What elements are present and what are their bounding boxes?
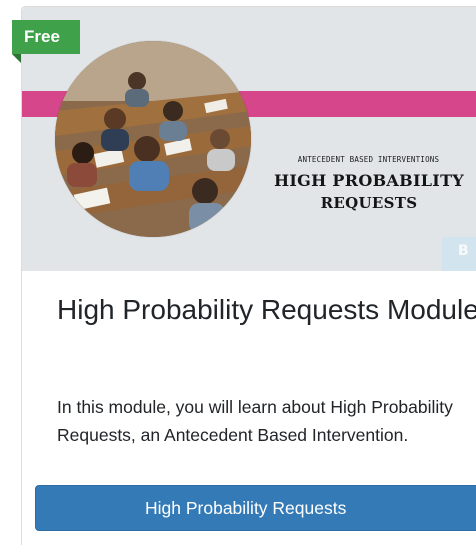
brand-logo-letter: B	[458, 243, 469, 259]
module-banner-image[interactable]: ANTECEDENT BASED INTERVENTIONS HIGH PROB…	[22, 7, 476, 271]
banner-title-line1: HIGH PROBABILITY	[273, 171, 465, 190]
brand-logo-icon: B	[442, 237, 476, 271]
banner-title: HIGH PROBABILITY REQUESTS	[258, 170, 476, 214]
page: ANTECEDENT BASED INTERVENTIONS HIGH PROB…	[0, 0, 476, 545]
module-link-button[interactable]: High Probability Requests	[35, 485, 476, 531]
free-badge-fold	[12, 54, 21, 63]
classroom-photo-illustration	[55, 41, 251, 237]
module-title[interactable]: High Probability Requests Module	[57, 292, 476, 327]
module-description: In this module, you will learn about Hig…	[57, 397, 453, 445]
classroom-photo	[55, 41, 251, 237]
banner-title-line2: REQUESTS	[320, 194, 418, 212]
banner-kicker-text: ANTECEDENT BASED INTERVENTIONS	[297, 155, 440, 164]
module-card: ANTECEDENT BASED INTERVENTIONS HIGH PROB…	[21, 6, 476, 545]
free-badge: Free	[12, 20, 80, 54]
